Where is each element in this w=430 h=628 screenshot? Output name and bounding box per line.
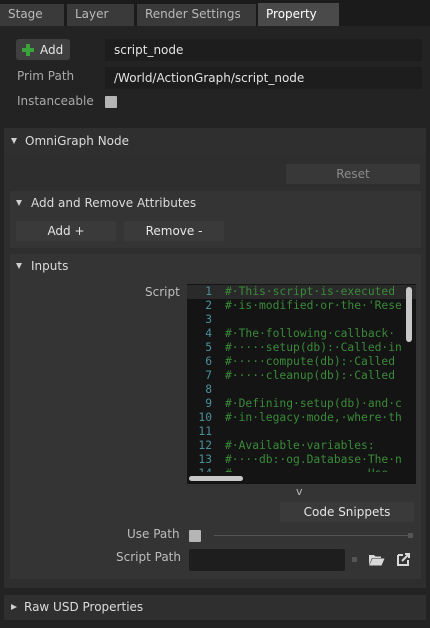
tab-property[interactable]: Property <box>258 3 339 26</box>
collapse-triangle-icon <box>16 200 22 206</box>
tab-bar: Stage Layer Render Settings Property <box>0 0 430 26</box>
script-path-label: Script Path <box>116 550 181 564</box>
vertical-scrollbar[interactable] <box>406 287 412 342</box>
inputs-title: Inputs <box>31 259 69 273</box>
tab-render-settings[interactable]: Render Settings <box>137 4 256 26</box>
use-path-divider <box>214 535 408 536</box>
tab-layer[interactable]: Layer <box>67 4 134 26</box>
code-line: 2 #·is·modified·or·the·'Rese <box>205 299 402 312</box>
prim-name-field[interactable]: script_node <box>105 39 422 61</box>
open-external-icon[interactable] <box>396 552 411 567</box>
code-line: 13 #····db:·og.Database·The·n <box>198 453 402 466</box>
instanceable-checkbox[interactable] <box>105 96 117 108</box>
expand-triangle-icon <box>11 604 17 610</box>
remove-attribute-button[interactable]: Remove - <box>124 221 224 241</box>
code-line: 11 <box>198 425 212 438</box>
tab-property-label: Property <box>266 7 317 21</box>
use-path-default-indicator <box>408 533 413 538</box>
add-remove-attributes-title: Add and Remove Attributes <box>31 196 197 210</box>
tab-stage[interactable]: Stage <box>0 4 64 26</box>
code-line: 10 #·in·legacy·mode,·where·th <box>198 411 402 424</box>
add-button[interactable]: Add <box>16 39 70 60</box>
code-line: 6 #·····compute(db):·Called <box>205 355 396 368</box>
prim-path-field[interactable]: /World/ActionGraph/script_node <box>105 67 422 89</box>
plus-icon <box>22 43 34 56</box>
code-line: 12 #·Available·variables: <box>198 439 375 452</box>
code-line: 1 #·This·script·is·executed <box>187 285 416 299</box>
folder-open-icon[interactable] <box>368 553 385 566</box>
code-line: 3 <box>205 313 212 326</box>
editor-resize-handle[interactable]: v <box>296 485 303 498</box>
instanceable-label: Instanceable <box>17 94 94 108</box>
tab-layer-label: Layer <box>75 7 109 21</box>
raw-usd-properties-title: Raw USD Properties <box>24 600 144 614</box>
add-button-label: Add <box>40 42 64 57</box>
script-path-default-indicator <box>352 557 357 562</box>
horizontal-scrollbar[interactable] <box>189 476 243 481</box>
prim-path-label: Prim Path <box>17 69 75 83</box>
use-path-label: Use Path <box>127 527 180 541</box>
omnigraph-node-title: OmniGraph Node <box>25 134 130 148</box>
script-editor[interactable]: 1 #·This·script·is·executed 2 #·is·modifie… <box>187 284 416 484</box>
code-line: 8 <box>205 383 212 396</box>
use-path-checkbox[interactable] <box>189 530 201 542</box>
tab-stage-label: Stage <box>8 7 43 21</box>
collapse-triangle-icon <box>16 263 22 269</box>
script-path-input[interactable] <box>189 549 345 571</box>
add-attribute-button[interactable]: Add + <box>16 221 116 241</box>
code-line: 9 #·Defining·setup(db)·and·c <box>205 397 402 410</box>
script-label: Script <box>145 285 180 299</box>
tab-render-settings-label: Render Settings <box>145 7 241 21</box>
code-snippets-button[interactable]: Code Snippets <box>280 502 414 522</box>
code-line: 4 #·The·following·callback· <box>205 327 396 340</box>
reset-button[interactable]: Reset <box>286 164 420 184</box>
code-line: 7 #·····cleanup(db):·Called <box>205 369 396 382</box>
collapse-triangle-icon <box>11 138 17 144</box>
code-line: 5 #·····setup(db):·Called·in <box>205 341 402 354</box>
